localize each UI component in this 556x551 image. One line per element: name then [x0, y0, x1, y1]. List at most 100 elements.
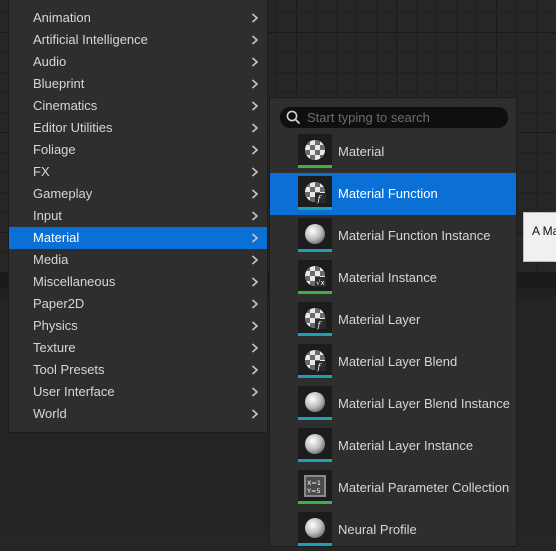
chevron-right-icon [249, 227, 261, 249]
menu-item-label: Tool Presets [33, 362, 105, 377]
chevron-right-icon [249, 359, 261, 381]
material-function-icon: f [305, 350, 326, 372]
menu-item-label: Miscellaneous [33, 274, 116, 289]
chevron-right-icon [249, 381, 261, 403]
asset-thumbnail [298, 512, 332, 546]
parameter-collection-icon: X=1Y=5 [304, 475, 326, 497]
chevron-right-icon [249, 161, 261, 183]
menu-item-label: Gameplay [33, 186, 93, 201]
material-function-icon: f [305, 308, 326, 330]
asset-item-neural-profile[interactable]: Neural Profile [270, 509, 516, 551]
menu-item-foliage[interactable]: Foliage [9, 139, 267, 161]
menu-item-gameplay[interactable]: Gameplay [9, 183, 267, 205]
chevron-right-icon [249, 205, 261, 227]
asset-item-label: Material Function [338, 186, 438, 201]
asset-thumbnail: X=1 Y=5 [298, 470, 332, 504]
menu-item-media[interactable]: Media [9, 249, 267, 271]
menu-item-fx[interactable]: FX [9, 161, 267, 183]
asset-item-material[interactable]: Material [270, 131, 516, 173]
material-function-icon: f [305, 182, 326, 204]
material-sphere-icon [305, 434, 325, 454]
menu-item-material[interactable]: Material [9, 227, 267, 249]
menu-item-texture[interactable]: Texture [9, 337, 267, 359]
menu-item-user-interface[interactable]: User Interface [9, 381, 267, 403]
menu-item-tool-presets[interactable]: Tool Presets [9, 359, 267, 381]
material-sphere-icon [305, 518, 325, 538]
asset-item-material-function[interactable]: f Material Function [270, 173, 516, 215]
asset-type-color-bar [298, 459, 332, 462]
menu-item-animation[interactable]: Animation [9, 7, 267, 29]
menu-item-label: Texture [33, 340, 76, 355]
asset-item-label: Material Parameter Collection [338, 480, 510, 495]
asset-type-color-bar [298, 333, 332, 336]
menu-item-artificial-intelligence[interactable]: Artificial Intelligence [9, 29, 267, 51]
chevron-right-icon [249, 139, 261, 161]
asset-item-material-layer-instance[interactable]: Material Layer Instance [270, 425, 516, 467]
menu-item-audio[interactable]: Audio [9, 51, 267, 73]
material-sphere-icon [305, 392, 325, 412]
menu-item-label: User Interface [33, 384, 115, 399]
search-icon [286, 110, 300, 124]
category-list: Animation Artificial Intelligence Audio Blu… [9, 0, 267, 425]
chevron-right-icon [249, 337, 261, 359]
menu-item-label: Editor Utilities [33, 120, 113, 135]
asset-item-material-parameter-collection[interactable]: X=1 Y=5 Material Parameter Collection [270, 467, 516, 509]
menu-item-editor-utilities[interactable]: Editor Utilities [9, 117, 267, 139]
menu-item-physics[interactable]: Physics [9, 315, 267, 337]
asset-item-material-layer[interactable]: f Material Layer [270, 299, 516, 341]
material-submenu: Material f Material Function Material Funct… [269, 97, 517, 547]
menu-item-label: Cinematics [33, 98, 98, 113]
asset-item-label: Material Layer Blend [338, 354, 458, 369]
asset-type-list: Material f Material Function Material Funct… [270, 131, 516, 551]
svg-text:Y=5: Y=5 [306, 487, 321, 495]
asset-type-color-bar [298, 417, 332, 420]
search-box[interactable] [280, 107, 508, 128]
asset-item-label: Material Layer Blend Instance [338, 396, 510, 411]
material-sphere-icon [305, 224, 325, 244]
chevron-right-icon [249, 293, 261, 315]
menu-item-label: Blueprint [33, 76, 85, 91]
menu-item-label: Input [33, 208, 62, 223]
menu-item-label: Media [33, 252, 69, 267]
asset-item-material-layer-blend-instance[interactable]: Material Layer Blend Instance [270, 383, 516, 425]
menu-item-label: Material [33, 230, 80, 245]
asset-thumbnail: √x [298, 260, 332, 294]
menu-item-cinematics[interactable]: Cinematics [9, 95, 267, 117]
menu-item-input[interactable]: Input [9, 205, 267, 227]
chevron-right-icon [249, 29, 261, 51]
menu-item-paper2d[interactable]: Paper2D [9, 293, 267, 315]
menu-item-label: Artificial Intelligence [33, 32, 148, 47]
chevron-right-icon [249, 403, 261, 425]
asset-item-material-function-instance[interactable]: Material Function Instance [270, 215, 516, 257]
menu-item-world[interactable]: World [9, 403, 267, 425]
chevron-right-icon [249, 117, 261, 139]
asset-thumbnail [298, 428, 332, 462]
chevron-right-icon [249, 271, 261, 293]
search-input[interactable] [307, 107, 502, 128]
asset-item-label: Material Layer [338, 312, 421, 327]
svg-text:X=1: X=1 [307, 479, 321, 487]
asset-item-label: Material Function Instance [338, 228, 491, 243]
material-checker-icon [305, 140, 325, 160]
asset-thumbnail: f [298, 344, 332, 378]
menu-item-label: Physics [33, 318, 78, 333]
chevron-right-icon [249, 249, 261, 271]
chevron-right-icon [249, 315, 261, 337]
asset-type-color-bar [298, 291, 332, 294]
svg-text:√x: √x [316, 279, 325, 287]
asset-item-material-instance[interactable]: √x Material Instance [270, 257, 516, 299]
menu-item-miscellaneous[interactable]: Miscellaneous [9, 271, 267, 293]
menu-item-blueprint[interactable]: Blueprint [9, 73, 267, 95]
menu-item-label: Animation [33, 10, 91, 25]
chevron-right-icon [249, 51, 261, 73]
chevron-right-icon [249, 183, 261, 205]
asset-item-label: Material Layer Instance [338, 438, 474, 453]
menu-item-label: Paper2D [33, 296, 85, 311]
asset-item-material-layer-blend[interactable]: f Material Layer Blend [270, 341, 516, 383]
asset-thumbnail [298, 218, 332, 252]
chevron-right-icon [249, 73, 261, 95]
menu-item-label: World [33, 406, 67, 421]
menu-item-label: FX [33, 164, 50, 179]
asset-type-color-bar [298, 165, 332, 168]
asset-type-color-bar [298, 543, 332, 546]
